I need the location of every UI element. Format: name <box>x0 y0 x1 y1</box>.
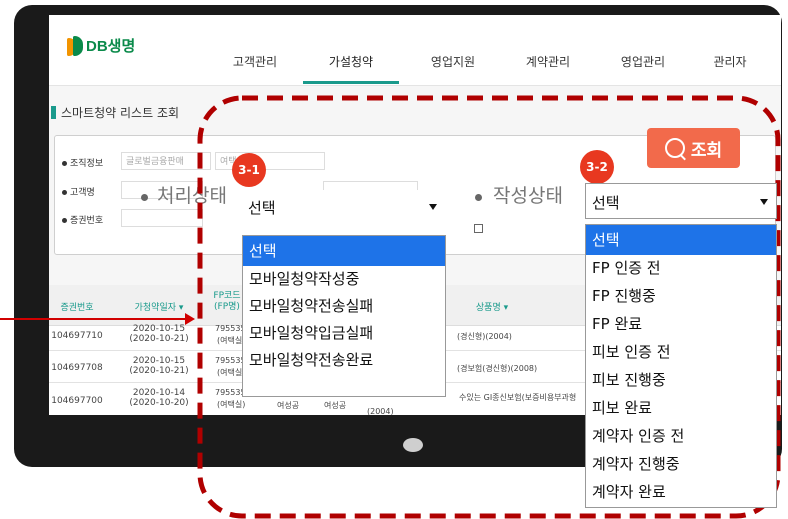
option-mobile-deposit-fail[interactable]: 모바일청약입금실패 <box>243 320 445 346</box>
option-insured-before-auth[interactable]: 피보 인증 전 <box>586 339 776 365</box>
process-status-select[interactable]: 선택 <box>242 190 446 224</box>
option-mobile-send-complete[interactable]: 모바일청약전송완료 <box>243 347 445 373</box>
option-mobile-send-fail[interactable]: 모바일청약전송실패 <box>243 293 445 319</box>
option-policyholder-in-progress[interactable]: 계약자 진행중 <box>586 451 776 477</box>
write-status-select[interactable]: 선택 <box>585 183 777 219</box>
option-mobile-writing[interactable]: 모바일청약작성중 <box>243 266 445 292</box>
option-fp-in-progress[interactable]: FP 진행중 <box>586 283 776 309</box>
option-fp-complete[interactable]: FP 완료 <box>586 311 776 337</box>
write-status-selected: 선택 <box>592 194 620 212</box>
option-policyholder-before-auth[interactable]: 계약자 인증 전 <box>586 423 776 449</box>
option-write-select[interactable]: 선택 <box>586 225 776 255</box>
process-status-selected: 선택 <box>248 199 276 217</box>
option-process-select[interactable]: 선택 <box>243 236 445 266</box>
option-fp-before-auth[interactable]: FP 인증 전 <box>586 255 776 281</box>
option-insured-complete[interactable]: 피보 완료 <box>586 395 776 421</box>
callout-badge-3-1: 3-1 <box>232 153 266 187</box>
option-policyholder-complete[interactable]: 계약자 완료 <box>586 479 776 505</box>
callout-badge-3-2: 3-2 <box>580 150 614 184</box>
process-status-dropdown: 선택 모바일청약작성중 모바일청약전송실패 모바일청약입금실패 모바일청약전송완… <box>242 235 446 397</box>
option-insured-in-progress[interactable]: 피보 진행중 <box>586 367 776 393</box>
chevron-down-icon <box>760 199 768 205</box>
write-status-dropdown: 선택 FP 인증 전 FP 진행중 FP 완료 피보 인증 전 피보 진행중 피… <box>585 224 777 508</box>
chevron-down-icon <box>429 204 437 210</box>
